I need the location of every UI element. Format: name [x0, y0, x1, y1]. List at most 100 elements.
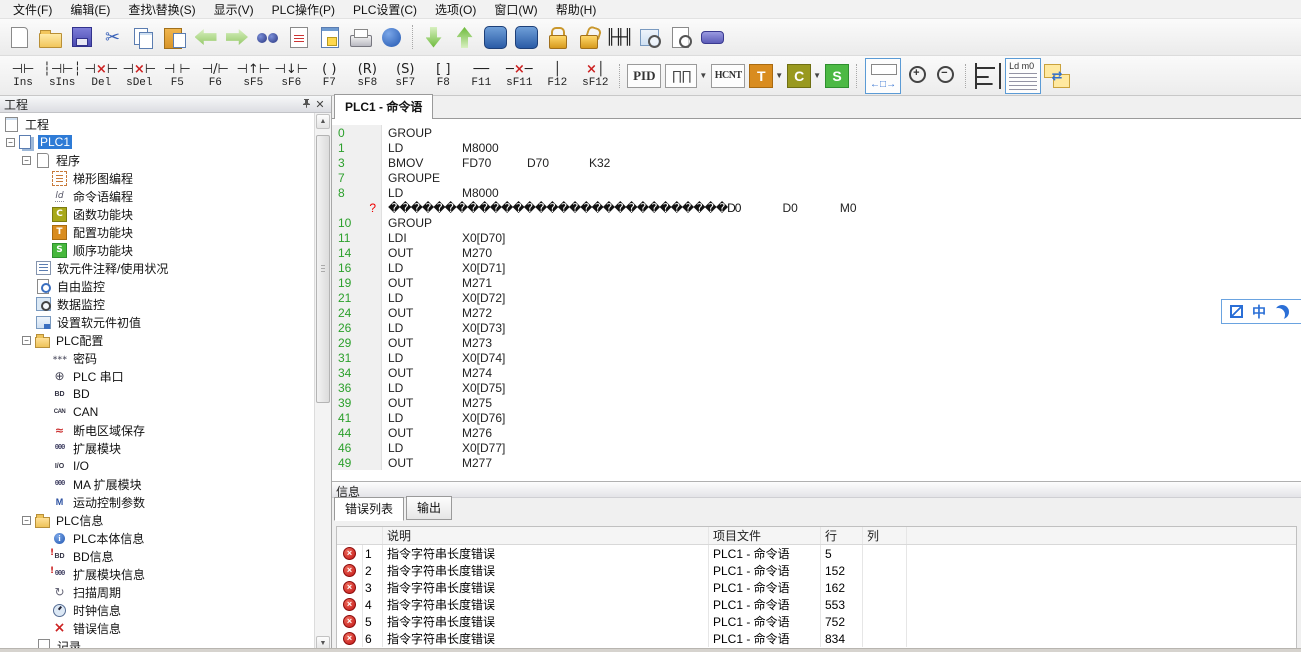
tree-item-scan-cycle[interactable]: 扫描周期 [0, 583, 314, 601]
code-line-34[interactable]: 34OUTM274 [332, 365, 1301, 380]
error-row-6[interactable]: ×6指令字符串长度错误PLC1 - 命令语834 [337, 630, 1296, 647]
menu-item-6[interactable]: 选项(O) [426, 0, 485, 19]
download-program-icon[interactable] [419, 23, 448, 52]
tree-item-device-init-values[interactable]: 设置软元件初值 [0, 313, 314, 331]
expander-minus-icon[interactable]: − [22, 336, 31, 345]
code-line-7[interactable]: 7GROUPE [332, 170, 1301, 185]
code-line-29[interactable]: 29OUTM273 [332, 335, 1301, 350]
code-line-0[interactable]: 0GROUP [332, 125, 1301, 140]
expander-minus-icon[interactable]: − [22, 516, 31, 525]
instruction-view-button[interactable]: Ld m0 [1005, 58, 1041, 94]
paste-icon[interactable] [160, 23, 189, 52]
open-file-icon[interactable] [36, 23, 65, 52]
sequence-button[interactable]: S [825, 64, 849, 88]
tree-scrollbar[interactable]: ▲ ▼ [314, 113, 331, 652]
cut-icon[interactable] [98, 23, 127, 52]
pulse-dropdown-icon[interactable]: ▼ [699, 71, 707, 80]
ladder-view-button[interactable] [971, 59, 1005, 93]
code-line-46[interactable]: 46LDX0[D77] [332, 440, 1301, 455]
timer-button[interactable]: T [749, 64, 773, 88]
code-line-31[interactable]: 31LDX0[D74] [332, 350, 1301, 365]
menu-item-8[interactable]: 帮助(H) [547, 0, 606, 19]
ladder-btn-sf11[interactable]: ─×─sF11 [501, 57, 537, 95]
tree-item-config-block[interactable]: 配置功能块 [0, 223, 314, 241]
pid-button[interactable]: PID [627, 64, 661, 88]
error-row-1[interactable]: ×1指令字符串长度错误PLC1 - 命令语5 [337, 545, 1296, 562]
tab-error-list[interactable]: 错误列表 [334, 497, 404, 521]
code-line-14[interactable]: 14OUTM270 [332, 245, 1301, 260]
tree-item-bd-info[interactable]: BD信息 [0, 547, 314, 565]
instruction-list-editor[interactable]: 0GROUP1LDM80003BMOVFD70D70K327GROUPE8LDM… [332, 119, 1301, 481]
ladder-btn-sf6[interactable]: ⊣↓⊢sF6 [273, 57, 309, 95]
error-row-4[interactable]: ×4指令字符串长度错误PLC1 - 命令语553 [337, 596, 1296, 613]
scrollbar-thumb[interactable] [316, 135, 330, 403]
code-line-44[interactable]: 44OUTM276 [332, 425, 1301, 440]
code-line-36[interactable]: 36LDX0[D75] [332, 380, 1301, 395]
tree-item-plc1[interactable]: −PLC1 [0, 133, 314, 151]
save-icon[interactable] [67, 23, 96, 52]
upload-program-icon[interactable] [450, 23, 479, 52]
error-row-3[interactable]: ×3指令字符串长度错误PLC1 - 命令语162 [337, 579, 1296, 596]
tree-item-function-block[interactable]: 函数功能块 [0, 205, 314, 223]
data-monitor-grid-icon[interactable] [636, 23, 665, 52]
device-comment-edit-icon[interactable] [284, 23, 313, 52]
context-help-icon[interactable] [377, 23, 406, 52]
ladder-btn-f8[interactable]: [ ]F8 [425, 57, 461, 95]
close-icon[interactable]: ✕ [313, 98, 327, 111]
serial-config-icon[interactable] [698, 23, 727, 52]
ladder-btn-del[interactable]: ⊣×⊢Del [83, 57, 119, 95]
tree-item-plc-serial-port[interactable]: PLC 串口 [0, 367, 314, 385]
menu-item-2[interactable]: 查找\替换(S) [119, 0, 204, 19]
error-row-2[interactable]: ×2指令字符串长度错误PLC1 - 命令语152 [337, 562, 1296, 579]
code-line-21[interactable]: 21LDX0[D72] [332, 290, 1301, 305]
monitor-mode-icon[interactable] [605, 23, 634, 52]
print-icon[interactable] [346, 23, 375, 52]
output-window-icon[interactable] [315, 23, 344, 52]
zoom-out-button[interactable] [932, 62, 960, 90]
code-line-11[interactable]: 11LDIX0[D70] [332, 230, 1301, 245]
tree-item-ladder-edit[interactable]: 梯形图编程 [0, 169, 314, 187]
tree-item-free-monitor[interactable]: 自由监控 [0, 277, 314, 295]
code-line-8[interactable]: 8LDM8000 [332, 185, 1301, 200]
ladder-btn-f7[interactable]: ( )F7 [311, 57, 347, 95]
error-row-5[interactable]: ×5指令字符串长度错误PLC1 - 命令语752 [337, 613, 1296, 630]
tree-item-expansion-module[interactable]: 扩展模块 [0, 439, 314, 457]
ladder-btn-sf12[interactable]: ×│sF12 [577, 57, 613, 95]
code-line-19[interactable]: 19OUTM271 [332, 275, 1301, 290]
ladder-btn-sins[interactable]: ┆⊣⊢┆sIns [43, 57, 81, 95]
code-line-3[interactable]: 3BMOVFD70D70K32 [332, 155, 1301, 170]
expander-minus-icon[interactable]: − [22, 156, 31, 165]
tree-item-motion-control-params[interactable]: 运动控制参数 [0, 493, 314, 511]
tree-item-plc-body-info[interactable]: PLC本体信息 [0, 529, 314, 547]
redo-icon[interactable] [222, 23, 251, 52]
ladder-btn-f11[interactable]: ──F11 [463, 57, 499, 95]
zoom-in-button[interactable] [904, 62, 932, 90]
run-plc-icon[interactable] [481, 23, 510, 52]
tree-item-plc-config[interactable]: −PLC配置 [0, 331, 314, 349]
code-line-10[interactable]: 10GROUP [332, 215, 1301, 230]
ladder-btn-f6[interactable]: ⊣/⊢F6 [197, 57, 233, 95]
menu-item-3[interactable]: 显示(V) [205, 0, 263, 19]
ladder-btn-sf7[interactable]: (S)sF7 [387, 57, 423, 95]
code-line-26[interactable]: 26LDX0[D73] [332, 320, 1301, 335]
tree-item-expansion-module-info[interactable]: 扩展模块信息 [0, 565, 314, 583]
tree-item-sequence-block[interactable]: 顺序功能块 [0, 241, 314, 259]
code-line-?[interactable]: ?������������������������������D0D0M0 [332, 200, 1301, 215]
menu-item-1[interactable]: 编辑(E) [61, 0, 119, 19]
tree-item-ma-expansion-module[interactable]: MA 扩展模块 [0, 475, 314, 493]
program-check-icon[interactable] [667, 23, 696, 52]
tree-item-password[interactable]: 密码 [0, 349, 314, 367]
tree-item-power-off-save[interactable]: 断电区域保存 [0, 421, 314, 439]
menu-item-4[interactable]: PLC操作(P) [263, 0, 344, 19]
tree-item-device-comment[interactable]: 软元件注释/使用状况 [0, 259, 314, 277]
hcnt-button[interactable]: HCNT [711, 64, 745, 88]
timer-dropdown-icon[interactable]: ▼ [775, 71, 783, 80]
ime-pen-icon[interactable] [1230, 305, 1243, 318]
counter-dropdown-icon[interactable]: ▼ [813, 71, 821, 80]
ladder-btn-sdel[interactable]: ⊣×⊢sDel [121, 57, 157, 95]
tree-item-program[interactable]: −程序 [0, 151, 314, 169]
scroll-up-icon[interactable]: ▲ [316, 114, 330, 129]
code-line-16[interactable]: 16LDX0[D71] [332, 260, 1301, 275]
pin-icon[interactable] [299, 98, 313, 111]
tab-output[interactable]: 输出 [406, 496, 452, 520]
